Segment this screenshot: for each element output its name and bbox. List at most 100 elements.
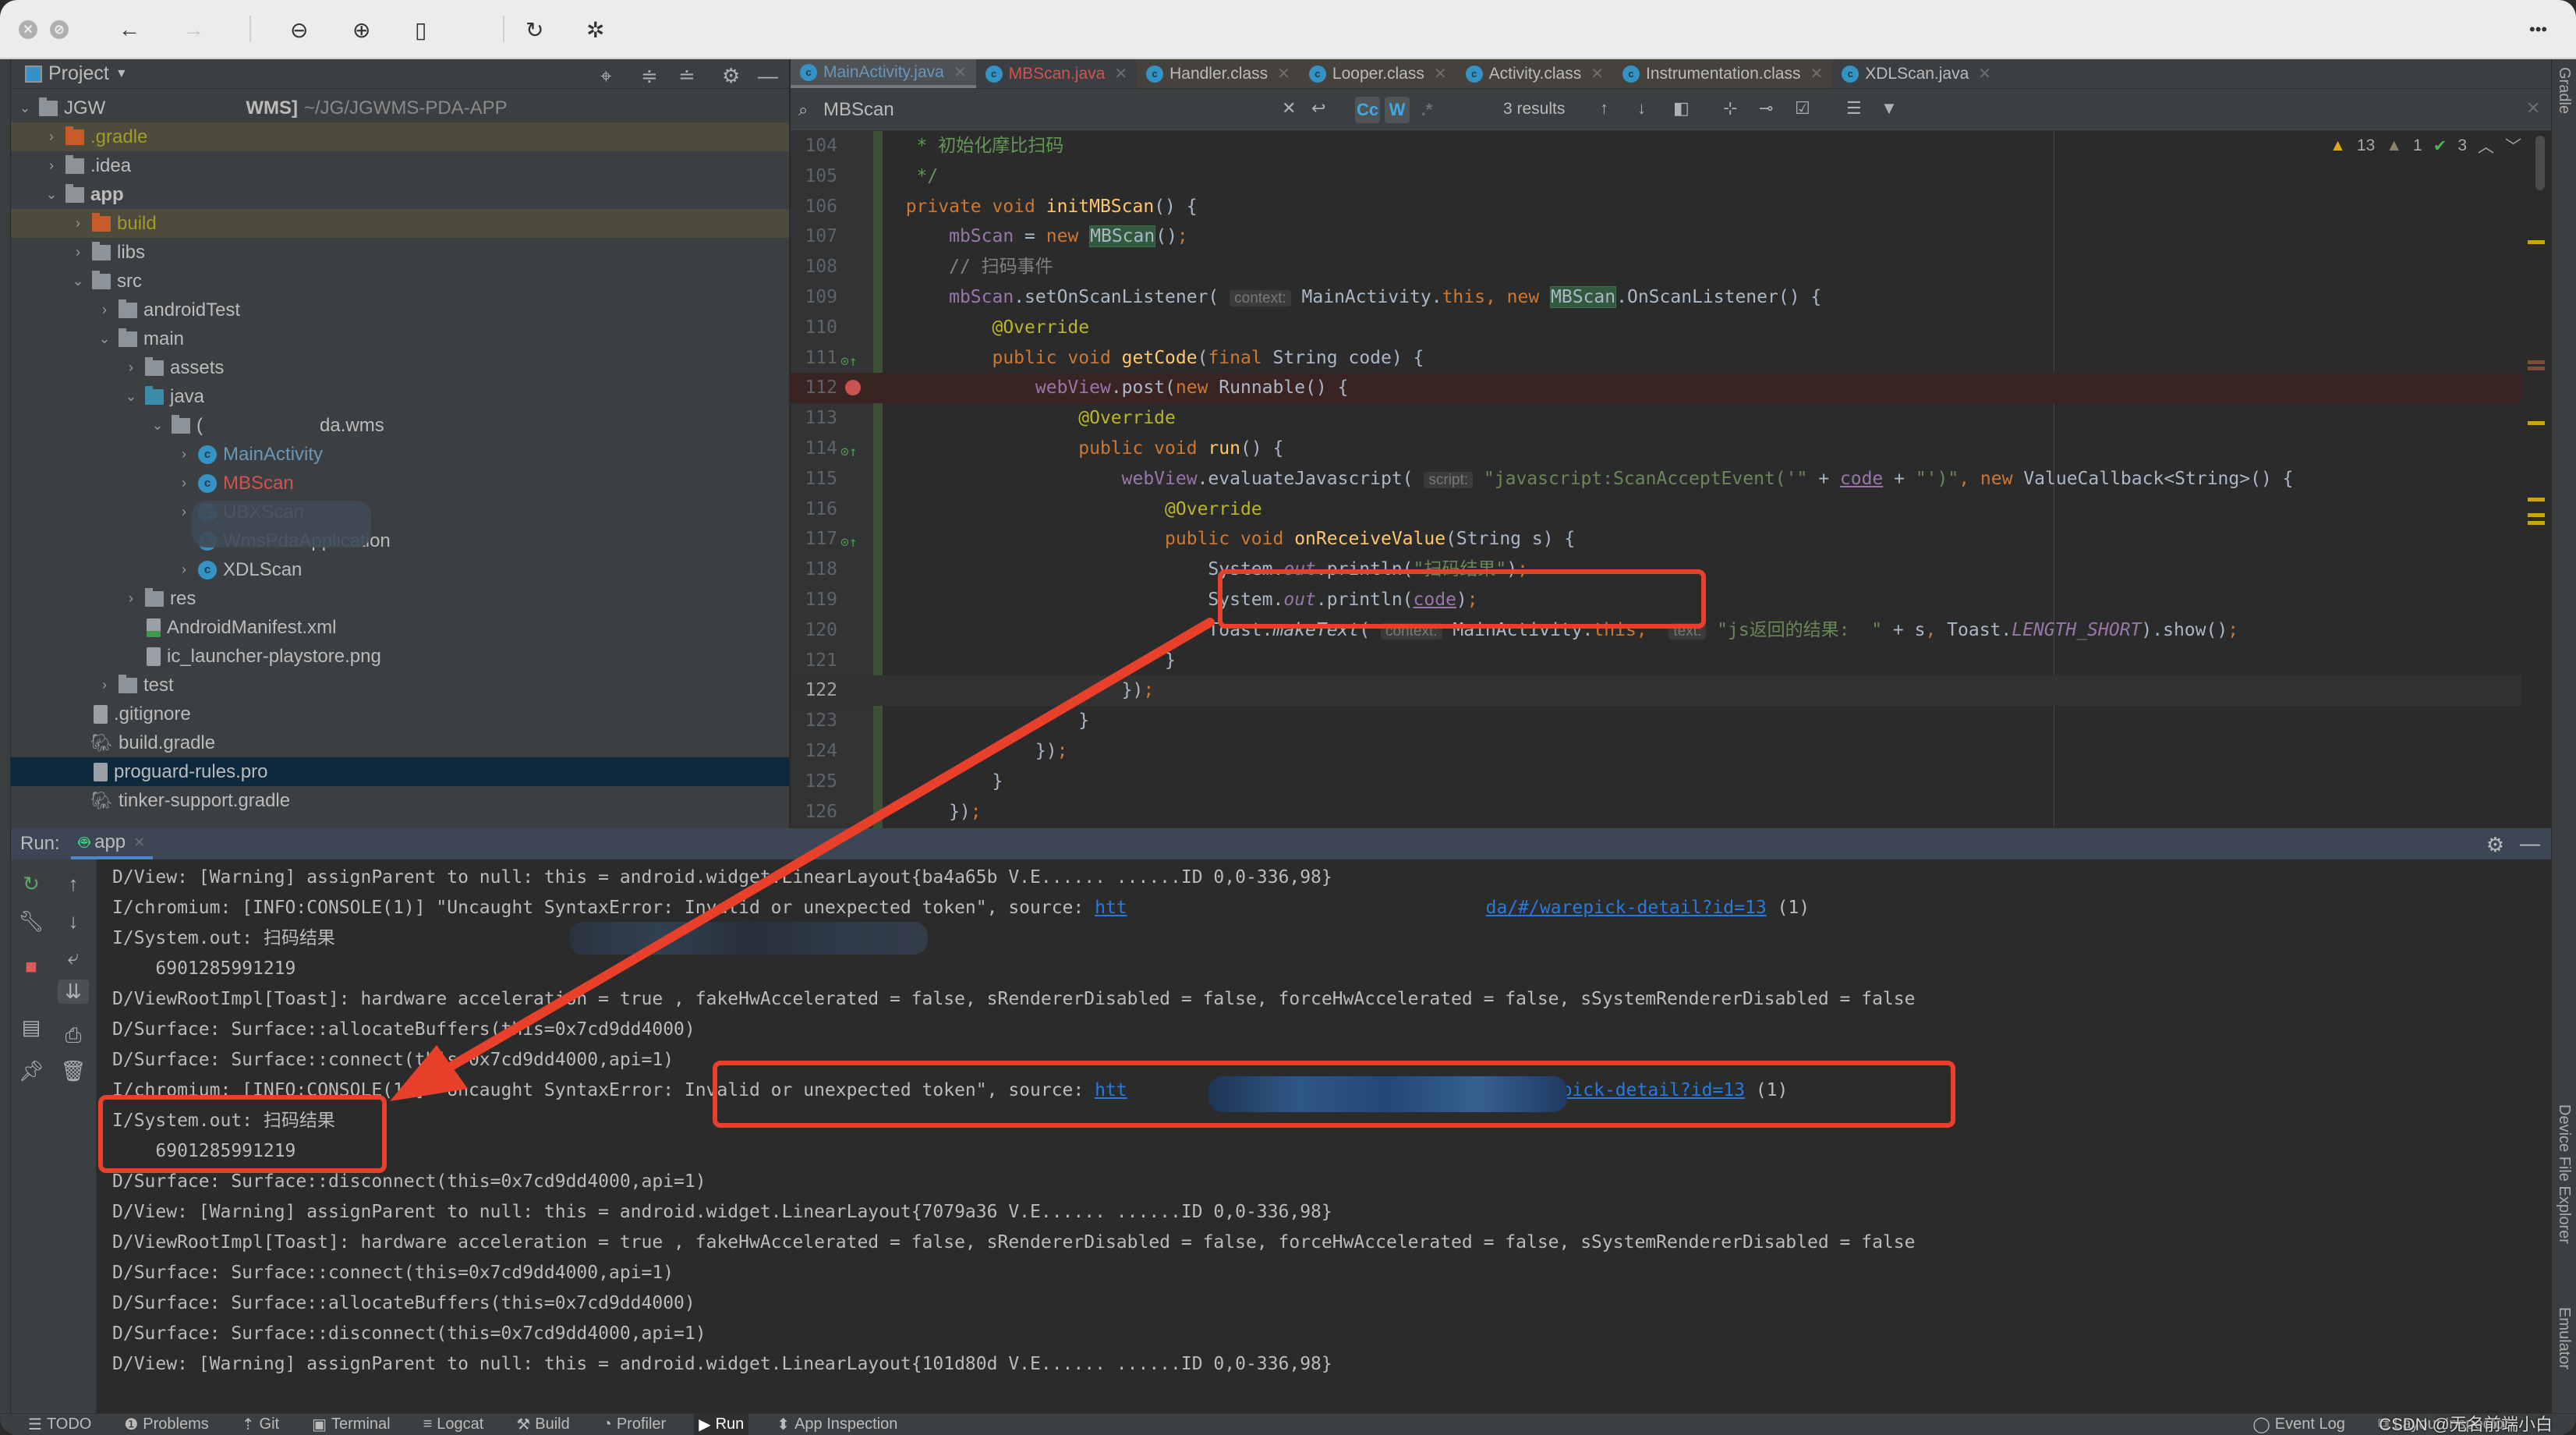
zoom-out-button[interactable]: ⊖ <box>290 16 308 44</box>
line-number[interactable]: 115 <box>797 464 837 494</box>
minimize-icon[interactable]: — <box>758 64 778 88</box>
run-tab-app[interactable]: 🤖︎ app ✕ <box>70 828 154 859</box>
collapse-all-icon[interactable]: ≐ <box>678 64 695 88</box>
tree-item[interactable]: › test <box>11 671 789 700</box>
source-link[interactable]: da/#/warepick-detail?id=13 <box>1486 898 1767 918</box>
tree-item[interactable]: › .idea <box>11 151 789 180</box>
match-case-toggle[interactable]: Cc <box>1355 97 1380 123</box>
rotate-button[interactable]: ↻ <box>525 16 543 44</box>
words-toggle[interactable]: W <box>1385 97 1410 123</box>
tree-item[interactable]: › androidTest <box>11 296 789 324</box>
code-line[interactable]: 116 @Override <box>791 494 2521 525</box>
find-input[interactable]: ⌕ MBScan <box>795 94 1325 126</box>
regex-toggle[interactable]: .* <box>1414 97 1439 123</box>
add-occurrence-icon[interactable]: ⊹ <box>1723 98 1737 119</box>
close-tab-icon[interactable]: ✕ <box>1277 64 1290 83</box>
error-stripe[interactable] <box>2526 131 2549 828</box>
code-line[interactable]: 125 } <box>791 767 2521 797</box>
zoom-in-button[interactable]: ⊕ <box>352 16 370 44</box>
next-occurrence-icon[interactable]: ↓ <box>1637 98 1646 119</box>
clear-all-icon[interactable]: 🗑︎ <box>58 1059 89 1083</box>
close-find-icon[interactable]: ✕ <box>2526 98 2540 119</box>
editor-tab[interactable]: c Handler.class ✕ <box>1137 59 1300 88</box>
new-line-icon[interactable]: ↩ <box>1311 98 1325 119</box>
code-editor[interactable]: 104 * 初始化摩比扫码 105 */106 private void init… <box>791 131 2551 828</box>
tree-item[interactable]: › c MainActivity <box>11 440 789 469</box>
tree-item[interactable]: › c XDLScan <box>11 555 789 584</box>
line-number[interactable]: 114 <box>797 434 837 464</box>
tree-item[interactable]: cWmsPdaApplication <box>11 526 789 555</box>
stop-icon[interactable]: ■ <box>16 955 47 979</box>
emulator-button[interactable]: Emulator <box>2555 1307 2573 1369</box>
chevron-down-icon[interactable]: ⌄ <box>122 388 140 405</box>
code-line[interactable]: 123 } <box>791 706 2521 736</box>
chevron-right-icon[interactable]: › <box>175 504 193 520</box>
editor-tab[interactable]: c Looper.class ✕ <box>1299 59 1456 88</box>
close-tab-icon[interactable]: ✕ <box>1591 64 1604 83</box>
tree-item[interactable]: ⌄ src <box>11 267 789 296</box>
gradle-tool-button[interactable]: Gradle <box>2555 67 2573 114</box>
wrench-icon[interactable]: 🔧︎ <box>16 909 47 934</box>
tree-item[interactable]: › libs <box>11 238 789 267</box>
chevron-right-icon[interactable]: › <box>42 129 61 145</box>
pin-icon[interactable]: 📌︎ <box>16 1059 47 1083</box>
line-number[interactable]: 113 <box>797 403 837 434</box>
line-number[interactable]: 123 <box>797 706 837 736</box>
tool-window-git[interactable]: ⇡ Git <box>237 1414 284 1435</box>
tool-window-problems[interactable]: ❶ Problems <box>119 1414 213 1435</box>
code-line[interactable]: 105 */ <box>791 161 2521 192</box>
soft-wrap-icon[interactable]: ⤶ <box>58 945 89 970</box>
line-number[interactable]: 119 <box>797 585 837 615</box>
code-line[interactable]: 121 } <box>791 646 2521 676</box>
scroll-down-icon[interactable]: ↓ <box>58 909 89 934</box>
tool-window-app-inspection[interactable]: ⬍ App Inspection <box>772 1414 902 1435</box>
line-number[interactable]: 122 <box>797 675 837 706</box>
chevron-down-icon[interactable]: ⌄ <box>42 186 61 203</box>
chevron-down-icon[interactable]: ⌄ <box>95 331 114 347</box>
scrollbar-thumb[interactable] <box>2535 136 2545 190</box>
tree-item[interactable]: proguard-rules.pro <box>11 757 789 786</box>
tree-item[interactable]: 🐘︎ build.gradle <box>11 728 789 757</box>
tree-root[interactable]: ⌄ JGW WMS] ~/JG/JGWMS-PDA-APP <box>11 94 789 122</box>
breakpoint-icon[interactable] <box>845 380 861 396</box>
implements-method-icon[interactable]: ⊙↑ <box>840 527 858 558</box>
next-highlight-icon[interactable]: ﹀ <box>2505 134 2521 158</box>
code-line[interactable]: 117 ⊙↑ public void onReceiveValue(String … <box>791 524 2521 555</box>
layout-icon[interactable]: ▤ <box>16 1015 47 1040</box>
code-line[interactable]: 122 }); <box>791 675 2521 707</box>
code-line[interactable]: 106 private void initMBScan() { <box>791 192 2521 222</box>
close-tab-icon[interactable]: ✕ <box>133 834 145 851</box>
source-link[interactable]: htt <box>1095 898 1127 918</box>
code-line[interactable]: 104 * 初始化摩比扫码 <box>791 131 2521 161</box>
code-line[interactable]: 107 mbScan = new MBScan(); <box>791 221 2521 252</box>
tree-item[interactable]: AndroidManifest.xml <box>11 613 789 642</box>
tree-item[interactable]: › .gradle <box>11 122 789 151</box>
line-number[interactable]: 125 <box>797 767 837 797</box>
clear-icon[interactable]: ✕ <box>1282 98 1296 119</box>
line-number[interactable]: 106 <box>797 192 837 222</box>
previous-occurrence-icon[interactable]: ↑ <box>1600 98 1608 119</box>
close-tab-icon[interactable]: ✕ <box>1434 64 1447 83</box>
editor-tab[interactable]: c MainActivity.java ✕ <box>791 59 976 88</box>
chevron-right-icon[interactable]: › <box>69 244 87 260</box>
line-number[interactable]: 120 <box>797 615 837 646</box>
gear-icon[interactable]: ⚙ <box>722 64 740 88</box>
implements-method-icon[interactable]: ⊙↑ <box>840 437 858 467</box>
print-icon[interactable]: ⎙ <box>58 1023 89 1048</box>
line-number[interactable]: 105 <box>797 161 837 192</box>
forward-button[interactable]: → <box>182 16 204 44</box>
tree-item[interactable]: ⌄ app <box>11 180 789 209</box>
scroll-up-icon[interactable]: ↑ <box>58 872 89 896</box>
chevron-right-icon[interactable]: › <box>175 475 193 491</box>
line-number[interactable]: 111 <box>797 343 837 374</box>
select-all-occurrences-icon[interactable]: ☑ <box>1795 98 1810 119</box>
line-number[interactable]: 109 <box>797 282 837 313</box>
line-number[interactable]: 117 <box>797 524 837 555</box>
tree-item[interactable]: 🐘︎ tinker-support.gradle <box>11 786 789 815</box>
chevron-right-icon[interactable]: › <box>95 302 114 318</box>
tool-window-logcat[interactable]: ≡ Logcat <box>419 1414 489 1435</box>
chevron-right-icon[interactable]: › <box>42 158 61 174</box>
close-tab-icon[interactable]: ✕ <box>1810 64 1823 83</box>
scroll-to-end-icon[interactable]: ⇊ <box>58 980 89 1004</box>
chevron-right-icon[interactable]: › <box>69 215 87 232</box>
